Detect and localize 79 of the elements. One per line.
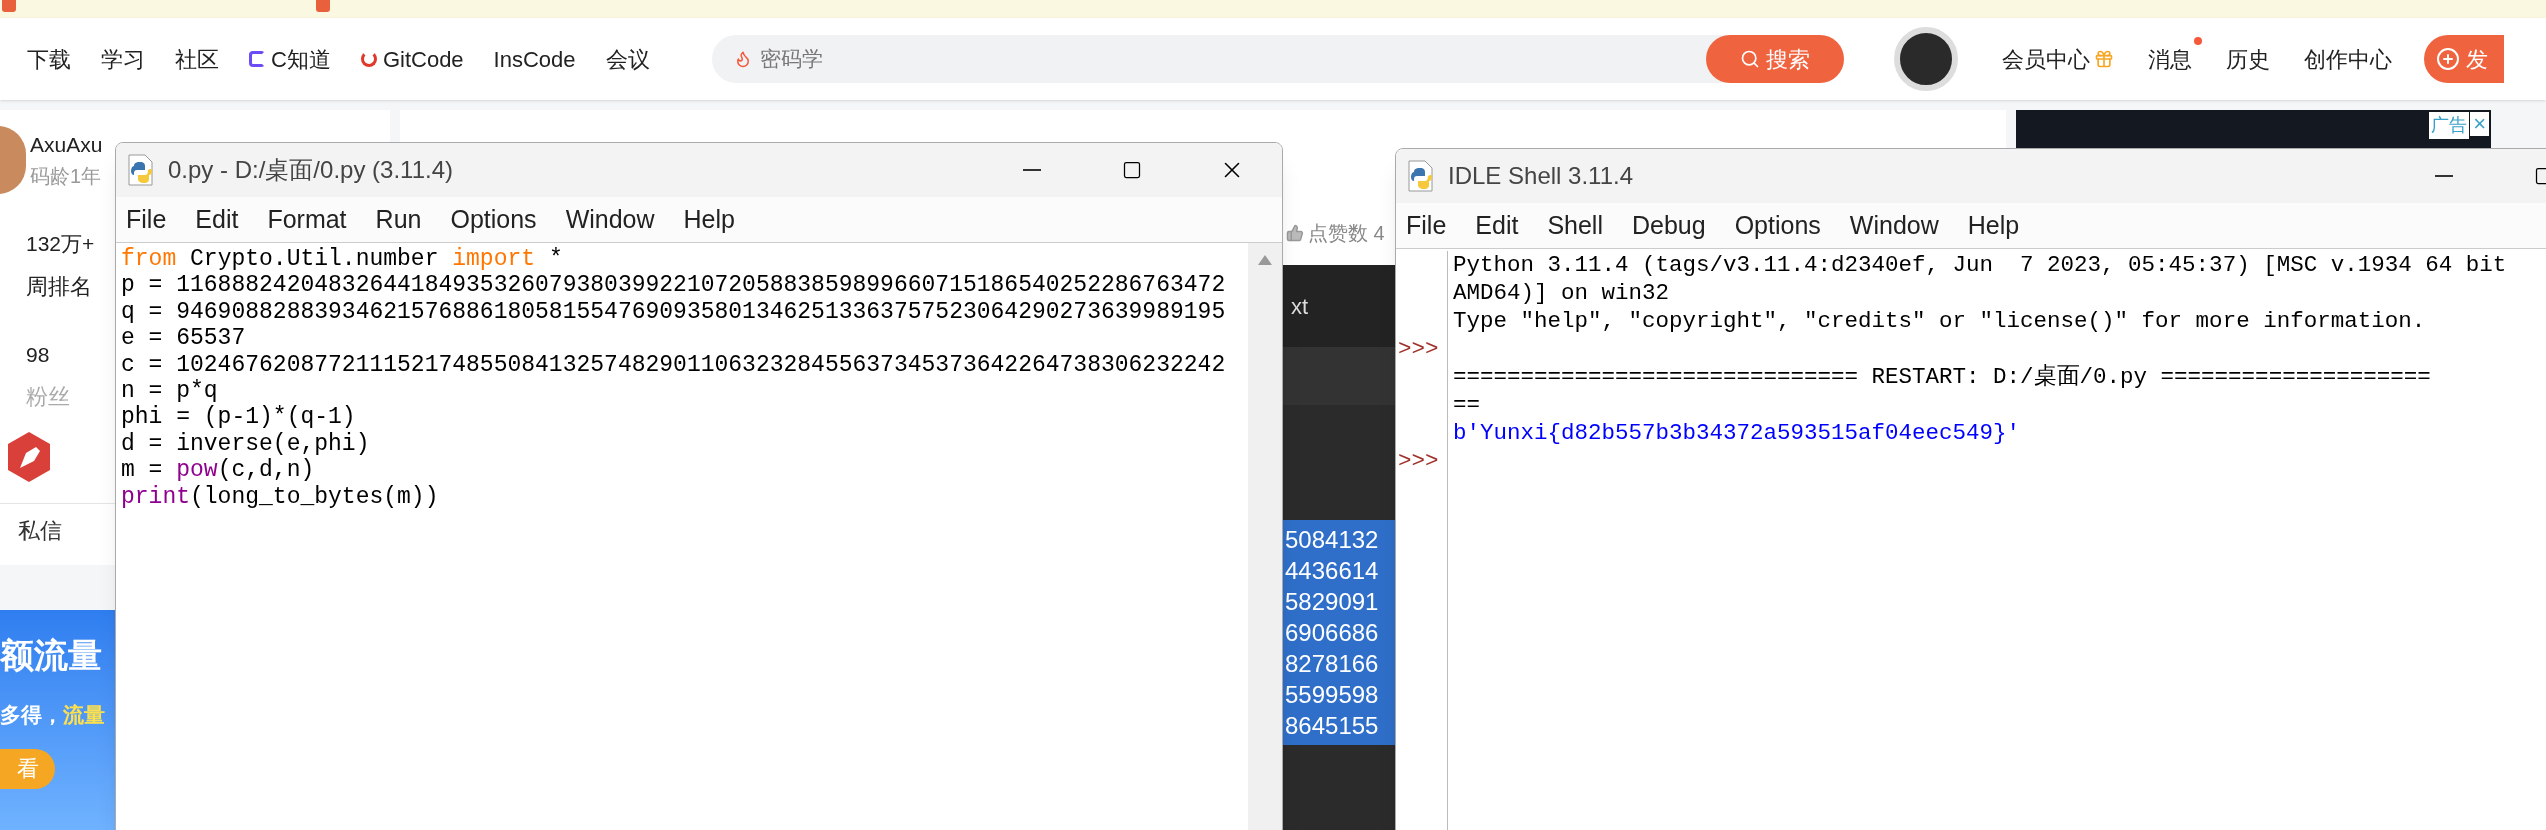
nav-link[interactable]: 下载: [27, 42, 71, 76]
shell-output: Type "help", "copyright", "credits" or "license()" for more information.: [1453, 308, 2426, 334]
selected-text-line: 8645155: [1284, 711, 1380, 741]
user-link[interactable]: 会员中心: [2001, 42, 2114, 76]
menu-item[interactable]: Edit: [1475, 206, 1519, 245]
selected-text-line: 6906686: [1284, 618, 1380, 648]
code-line: from Crypto.Util.number import *: [121, 246, 563, 273]
minimize-icon: [2435, 175, 2453, 177]
nav-link[interactable]: 学习: [101, 42, 145, 76]
code-line: m = pow(c,d,n): [121, 457, 315, 484]
message-link[interactable]: 私信: [18, 504, 62, 547]
code-line: e = 65537: [121, 325, 246, 352]
menu-item[interactable]: File: [1406, 206, 1447, 245]
code-line: n = p*q: [121, 378, 218, 405]
nav-link[interactable]: C知道: [249, 42, 331, 76]
minimize-icon: [1023, 169, 1041, 171]
g-logo-icon: [360, 51, 377, 67]
menu-item[interactable]: Options: [450, 200, 537, 239]
stat-label: 周排名: [26, 272, 92, 301]
ad-label: 广告: [2429, 112, 2470, 139]
stat-value: 132万+: [26, 231, 95, 257]
shell-output: ============================== RESTART: D:/桌面/0.py ====================: [1453, 364, 2431, 390]
stat-value: 98: [26, 341, 50, 368]
likes-count: 点赞数 4: [1308, 221, 1385, 246]
nav-link[interactable]: GitCode: [360, 42, 464, 76]
user-link[interactable]: 消息: [2147, 42, 2192, 76]
shell-output: ==: [1453, 392, 1480, 418]
selected-text-line: 5084132: [1284, 525, 1380, 555]
tab-icon: [316, 0, 330, 12]
menu-item[interactable]: Window: [1849, 206, 1939, 245]
scroll-up-icon: [1258, 255, 1272, 265]
selected-text-line: 8278166: [1284, 649, 1380, 679]
python-file-icon: [126, 154, 156, 186]
thumbs-up-icon: [1286, 224, 1304, 242]
file-tab[interactable]: xt: [1291, 289, 1309, 323]
user-link[interactable]: 历史: [2225, 42, 2270, 76]
shell-prompt: >>>: [1398, 448, 1439, 474]
window-title: IDLE Shell 3.11.4: [1448, 161, 1633, 191]
shell-prompt: >>>: [1398, 336, 1439, 362]
search-icon: [1739, 49, 1760, 69]
tab-icon: [2, 0, 16, 12]
c-logo-icon: [249, 51, 265, 67]
menu-item[interactable]: Format: [267, 200, 347, 239]
menu-item[interactable]: Help: [683, 200, 735, 239]
nav-link[interactable]: InsCode: [493, 42, 576, 76]
code-age: 码龄1年: [30, 163, 103, 189]
maximize-icon: [1122, 160, 1142, 180]
code-line: d = inverse(e,phi): [121, 430, 370, 458]
menu-item[interactable]: Help: [1967, 206, 2020, 245]
plus-icon: [2435, 47, 2460, 71]
window-title: 0.py - D:/桌面/0.py (3.11.4): [168, 155, 453, 185]
selected-text-line: 5829091: [1284, 587, 1380, 617]
code-line: q = 9469088288393462157688618058155476909358013462513363757523064290273639989195: [121, 298, 1226, 326]
selected-text-line: 4436614: [1284, 556, 1380, 586]
user-link[interactable]: 创作中心: [2303, 42, 2392, 76]
python-file-icon: [1406, 160, 1436, 192]
menu-item[interactable]: Edit: [195, 200, 239, 239]
menu-item[interactable]: Options: [1734, 206, 1821, 245]
code-line: c = 1024676208772111521748550841325748290110632328455637345373642264738306232242: [121, 351, 1226, 379]
code-line: p = 1168882420483264418493532607938039922107205883859899660715186540252286763472: [121, 272, 1226, 299]
pen-badge-icon: [6, 431, 52, 483]
menu-item[interactable]: Debug: [1632, 206, 1706, 245]
menu-item[interactable]: Shell: [1547, 206, 1603, 245]
menu-item[interactable]: Window: [565, 200, 655, 239]
nav-link[interactable]: 社区: [175, 42, 219, 76]
menu-item[interactable]: Run: [375, 200, 422, 239]
code-line: print(long_to_bytes(m)): [121, 483, 439, 511]
menu-item[interactable]: File: [126, 200, 167, 239]
nav-link[interactable]: 会议: [605, 42, 650, 76]
shell-output: AMD64)] on win32: [1453, 280, 1670, 306]
selected-text-line: 5599598: [1284, 680, 1380, 710]
scrollbar[interactable]: [1248, 243, 1282, 830]
gift-icon: [2093, 49, 2114, 69]
stat-label: 粉丝: [26, 383, 70, 411]
user-name[interactable]: AxuAxu: [30, 129, 103, 161]
shell-output: b'Yunxi{d82b557b3b34372a593515af04eec549}': [1453, 420, 2021, 446]
code-line: phi = (p-1)*(q-1): [121, 404, 356, 431]
banner-subline: 多得，流量: [0, 702, 105, 728]
shell-output: Python 3.11.4 (tags/v3.11.4:d2340ef, Jun 7 2023, 05:45:37) [MSC v.1934 64 bit: [1453, 252, 2507, 278]
